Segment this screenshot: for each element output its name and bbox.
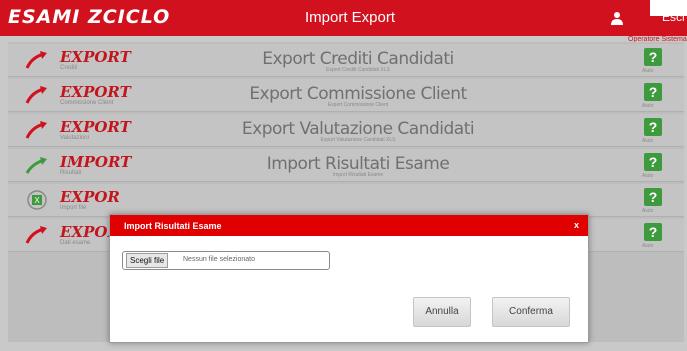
row-sub: Valutazioni — [60, 135, 89, 141]
row-title: Export Valutazione Candidati — [241, 119, 475, 139]
row-title: Import Risultati Esame — [266, 154, 450, 174]
confirm-button[interactable]: Conferma — [492, 297, 570, 327]
dialog-title: Import Risultati Esame — [124, 221, 222, 231]
row-title: Export Commissione Client — [249, 84, 467, 104]
help-label: Aiuto — [642, 173, 654, 179]
row-sub: Crediti — [60, 65, 78, 71]
list-item[interactable]: EXPORT Crediti Export Crediti Candidati … — [8, 44, 684, 77]
list-item[interactable]: EXPORT Valutazioni Export Valutazione Ca… — [8, 114, 684, 147]
row-sub: Risultati — [60, 170, 82, 176]
row-kind: IMPORT — [60, 153, 132, 171]
cancel-button[interactable]: Annulla — [413, 297, 471, 327]
file-status: Nessun file selezionato — [183, 256, 255, 263]
svg-text:X: X — [34, 196, 40, 205]
row-kind: EXPOR — [60, 188, 120, 206]
help-icon[interactable]: ? — [644, 83, 662, 101]
user-icon — [611, 12, 623, 25]
export-arrow-icon — [25, 86, 47, 104]
row-desc: Export Crediti Candidati XLS — [326, 67, 390, 73]
row-sub: Commissione Client — [60, 100, 114, 106]
help-icon[interactable]: ? — [644, 48, 662, 66]
dialog-header: Import Risultati Esame x — [110, 215, 588, 236]
help-icon[interactable]: ? — [644, 118, 662, 136]
row-desc: Import Risultati Esame — [332, 172, 384, 178]
export-arrow-icon — [25, 226, 47, 244]
app-logo: ESAMI ZCICLO — [8, 6, 171, 28]
row-sub: Import file — [60, 205, 87, 211]
corner-decoration — [650, 0, 687, 16]
excel-icon: X — [27, 190, 47, 210]
help-label: Aiuto — [642, 243, 654, 249]
close-icon[interactable]: x — [574, 220, 579, 230]
import-arrow-icon — [25, 157, 47, 174]
page-title: Import Export — [304, 9, 396, 26]
help-label: Aiuto — [642, 138, 654, 144]
row-desc: Export Valutazione Candidati XLS — [320, 137, 396, 143]
list-item[interactable]: X EXPOR Import file ? Aiuto — [8, 184, 684, 217]
list-item[interactable]: IMPORT Risultati Import Risultati Esame … — [8, 149, 684, 182]
export-arrow-icon — [25, 51, 47, 69]
list-item[interactable]: EXPORT Commissione Client Export Commiss… — [8, 79, 684, 112]
row-kind: EXPORT — [60, 48, 131, 66]
choose-file-button[interactable]: Scegli file — [126, 253, 169, 268]
help-icon[interactable]: ? — [644, 223, 662, 241]
import-dialog: Import Risultati Esame x Scegli file Nes… — [109, 214, 589, 343]
file-input[interactable]: Scegli file Nessun file selezionato — [122, 251, 330, 270]
help-label: Aiuto — [642, 103, 654, 109]
row-desc: Export Commissione Client — [327, 102, 389, 108]
help-icon[interactable]: ? — [644, 188, 662, 206]
row-kind: EXPORT — [60, 83, 131, 101]
export-arrow-icon — [25, 121, 47, 139]
user-button[interactable] — [604, 5, 630, 31]
help-label: Aiuto — [642, 208, 654, 214]
help-label: Aiuto — [642, 68, 654, 74]
row-kind: EXPORT — [60, 118, 131, 136]
top-bar: ESAMI ZCICLO Import Export Esci — [0, 0, 687, 36]
row-sub: Dati esame — [60, 240, 91, 246]
help-icon[interactable]: ? — [644, 153, 662, 171]
row-title: Export Crediti Candidati — [262, 49, 454, 69]
